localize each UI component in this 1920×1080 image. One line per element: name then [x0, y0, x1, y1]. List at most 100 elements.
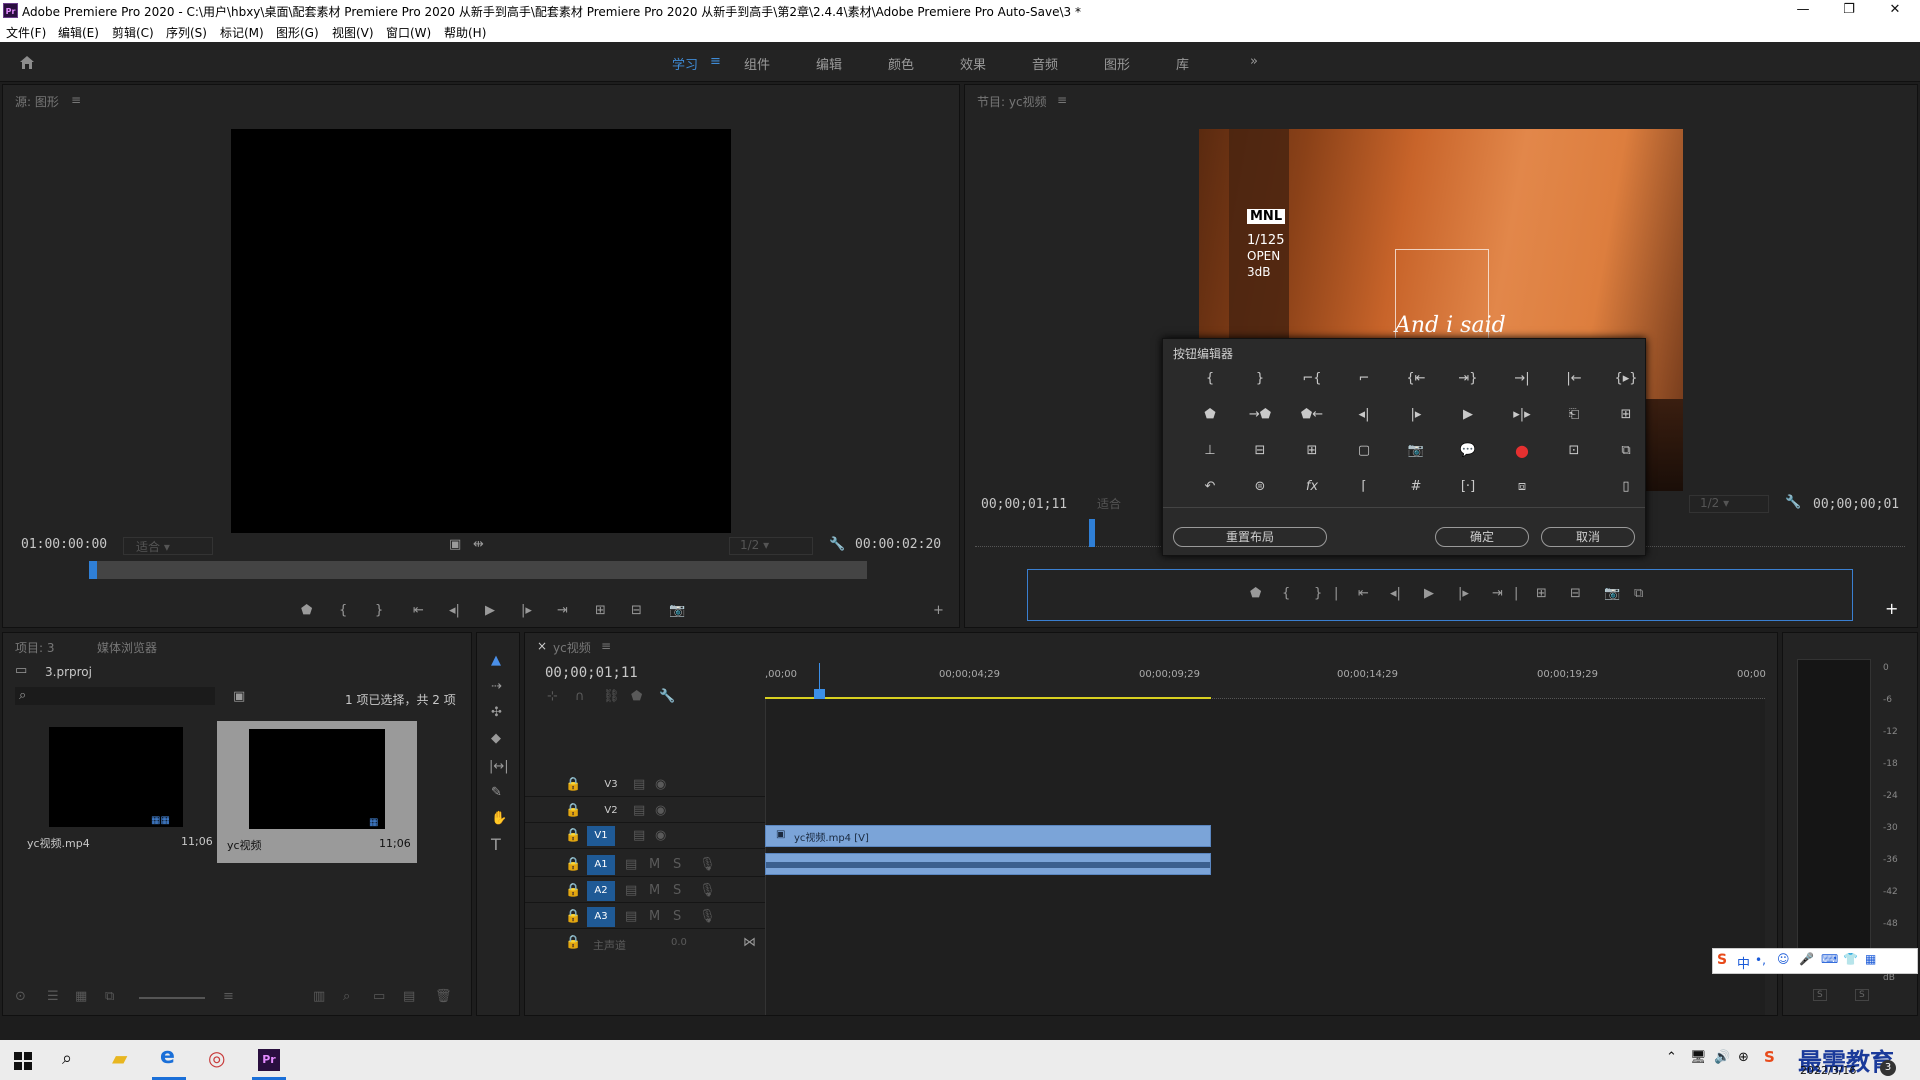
notification-badge[interactable]: 3 [1880, 1060, 1896, 1076]
ime-punct[interactable]: •, [1755, 953, 1766, 967]
workspace-tab-audio[interactable]: 音频 [1032, 54, 1058, 73]
sync-lock-icon[interactable]: ▤ [625, 883, 637, 899]
trash-icon[interactable]: 🗑 [435, 989, 452, 1005]
project-search-input[interactable]: ⌕ [15, 687, 215, 705]
sync-lock-icon[interactable]: ▤ [633, 777, 645, 793]
timeline-marker-icon[interactable]: ⬟ [631, 689, 642, 705]
lock-track-icon[interactable]: 🔒 [565, 777, 581, 793]
tools-icon[interactable]: ▦ [1865, 952, 1876, 966]
sync-lock-icon[interactable]: ▤ [625, 857, 637, 873]
skin-icon[interactable]: 👕 [1843, 952, 1858, 966]
insert-icon[interactable]: ⊞ [1299, 439, 1325, 463]
jump-to-end-icon[interactable]: ⋈ [743, 935, 756, 951]
solo-right-button[interactable]: S [1855, 989, 1869, 1001]
project-item-video[interactable]: ▦▦ yc视频.mp4 11;06 [17, 723, 215, 863]
workspace-tab-editing[interactable]: 编辑 [816, 54, 842, 73]
source-resolution-dropdown[interactable]: 1/2 ▾ [729, 537, 813, 555]
show-rulers-icon[interactable]: ⌈ [1351, 475, 1377, 499]
lift-icon[interactable]: ⊥ [1197, 439, 1223, 463]
minimize-button[interactable]: — [1780, 0, 1826, 22]
solo-button[interactable]: S [673, 883, 681, 899]
nest-icon[interactable]: ⊹ [547, 689, 558, 705]
play-stop-icon[interactable]: ▶ [1455, 403, 1481, 427]
track-label-v3[interactable]: V3 [597, 775, 625, 795]
video-clip[interactable]: ▣ yc视频.mp4 [V] [765, 825, 1211, 847]
pen-tool-icon[interactable]: ✎ [491, 785, 502, 801]
timeline-menu-icon[interactable]: ≡ [601, 639, 611, 653]
ok-button[interactable]: 确定 [1435, 527, 1529, 547]
voice-icon[interactable]: 🎤 [1799, 952, 1814, 966]
reset-layout-button[interactable]: 重置布局 [1173, 527, 1327, 547]
bar-mark-out-icon[interactable]: } [1314, 586, 1322, 602]
workspace-overflow-icon[interactable]: » [1250, 54, 1258, 69]
sync-lock-icon[interactable]: ▤ [625, 909, 637, 925]
bar-export-frame-icon[interactable]: 📷 [1604, 586, 1620, 602]
export-frame-icon[interactable]: 📷 [1403, 439, 1429, 463]
ime-tray-icon[interactable]: ⊕ [1738, 1050, 1749, 1065]
mark-in-icon[interactable]: { [339, 603, 347, 619]
button-bar-drop-area[interactable]: ⬟ { } | ⇤ ◂| ▶ |▸ ⇥ | ⊞ ⊟ 📷 ⧉ [1027, 569, 1853, 621]
taskbar-date[interactable]: 2022/3/16 [1800, 1064, 1856, 1077]
menu-clip[interactable]: 剪辑(C) [112, 24, 154, 41]
workspace-tab-color[interactable]: 颜色 [888, 54, 914, 73]
go-to-prev-edit-icon[interactable]: |← [1561, 367, 1587, 391]
closed-captions-icon[interactable]: 💬 [1455, 439, 1481, 463]
audio-clip[interactable] [765, 853, 1211, 875]
sogou-icon[interactable]: S [1717, 952, 1727, 968]
edge-browser-icon[interactable]: e [160, 1044, 175, 1069]
file-explorer-icon[interactable]: ▰ [112, 1046, 127, 1070]
toggle-proxies-icon[interactable]: ▢ [1351, 439, 1377, 463]
microphone-icon[interactable]: 🎙 [699, 909, 716, 925]
volume-icon[interactable]: 🔊 [1714, 1050, 1730, 1065]
timeline-settings-icon[interactable]: 🔧 [659, 689, 675, 705]
go-to-in-icon[interactable]: {⇤ [1403, 367, 1429, 391]
search-icon[interactable]: ⌕ [62, 1048, 72, 1069]
program-fit-dropdown[interactable]: 适合 [1091, 495, 1151, 513]
workspace-tab-libraries[interactable]: 库 [1176, 54, 1189, 73]
lock-icon[interactable]: ⊙ [15, 989, 26, 1005]
track-label-a1[interactable]: A1 [587, 855, 615, 875]
automate-icon[interactable]: ▥ [313, 989, 325, 1005]
home-icon[interactable] [18, 54, 36, 70]
sogou-tray-icon[interactable]: S [1764, 1048, 1775, 1066]
source-add-button-icon[interactable]: + [933, 603, 944, 619]
solo-left-button[interactable]: S [1813, 989, 1827, 1001]
menu-sequence[interactable]: 序列(S) [166, 24, 207, 41]
track-label-v1[interactable]: V1 [587, 826, 615, 846]
step-back-icon[interactable]: ◂| [1351, 403, 1377, 427]
source-export-icon[interactable]: ⇹ [473, 537, 484, 553]
play-around-icon[interactable]: ▸|▸ [1509, 403, 1535, 427]
bar-step-forward-icon[interactable]: |▸ [1458, 586, 1469, 602]
track-select-tool-icon[interactable]: ⇢ [491, 679, 502, 695]
lock-track-icon[interactable]: 🔒 [565, 883, 581, 899]
source-monitor-menu-icon[interactable]: ≡ [71, 93, 81, 107]
play-icon[interactable]: ▶ [485, 603, 495, 619]
lock-track-icon[interactable]: 🔒 [565, 857, 581, 873]
mark-out-icon[interactable]: } [1247, 367, 1273, 391]
go-to-next-edit-icon[interactable]: →| [1509, 367, 1535, 391]
lock-track-icon[interactable]: 🔒 [565, 828, 581, 844]
selection-tool-icon[interactable]: ▲ [491, 653, 501, 669]
solo-button[interactable]: S [673, 857, 681, 873]
menu-graphics[interactable]: 图形(G) [276, 24, 319, 41]
source-settings-icon[interactable]: ▣ [449, 537, 461, 553]
undo-icon[interactable]: ↶ [1197, 475, 1223, 499]
go-to-out-icon[interactable]: ⇥} [1455, 367, 1481, 391]
razor-tool-icon[interactable]: ◆ [491, 731, 501, 747]
zoom-slider[interactable] [139, 997, 205, 999]
premiere-taskbar-icon[interactable]: Pr [258, 1049, 280, 1071]
list-view-icon[interactable]: ☰ [47, 989, 59, 1005]
snap-icon[interactable]: ∩ [575, 689, 585, 705]
menu-edit[interactable]: 编辑(E) [58, 24, 99, 41]
maximize-button[interactable]: ❐ [1826, 0, 1872, 22]
bar-step-back-icon[interactable]: ◂| [1390, 586, 1401, 602]
tray-chevron-icon[interactable]: ⌃ [1666, 1050, 1677, 1065]
mark-out-icon[interactable]: } [375, 603, 383, 619]
add-marker-icon[interactable]: ⬟ [1197, 403, 1223, 427]
program-monitor-title[interactable]: 节目: yc视频 [977, 93, 1047, 110]
ime-mode-label[interactable]: 中 [1737, 953, 1750, 972]
emoji-icon[interactable]: ☺ [1777, 952, 1790, 966]
hand-tool-icon[interactable]: ✋ [491, 811, 507, 827]
workspace-tab-graphics[interactable]: 图形 [1104, 54, 1130, 73]
show-guides-icon[interactable]: # [1403, 475, 1429, 499]
